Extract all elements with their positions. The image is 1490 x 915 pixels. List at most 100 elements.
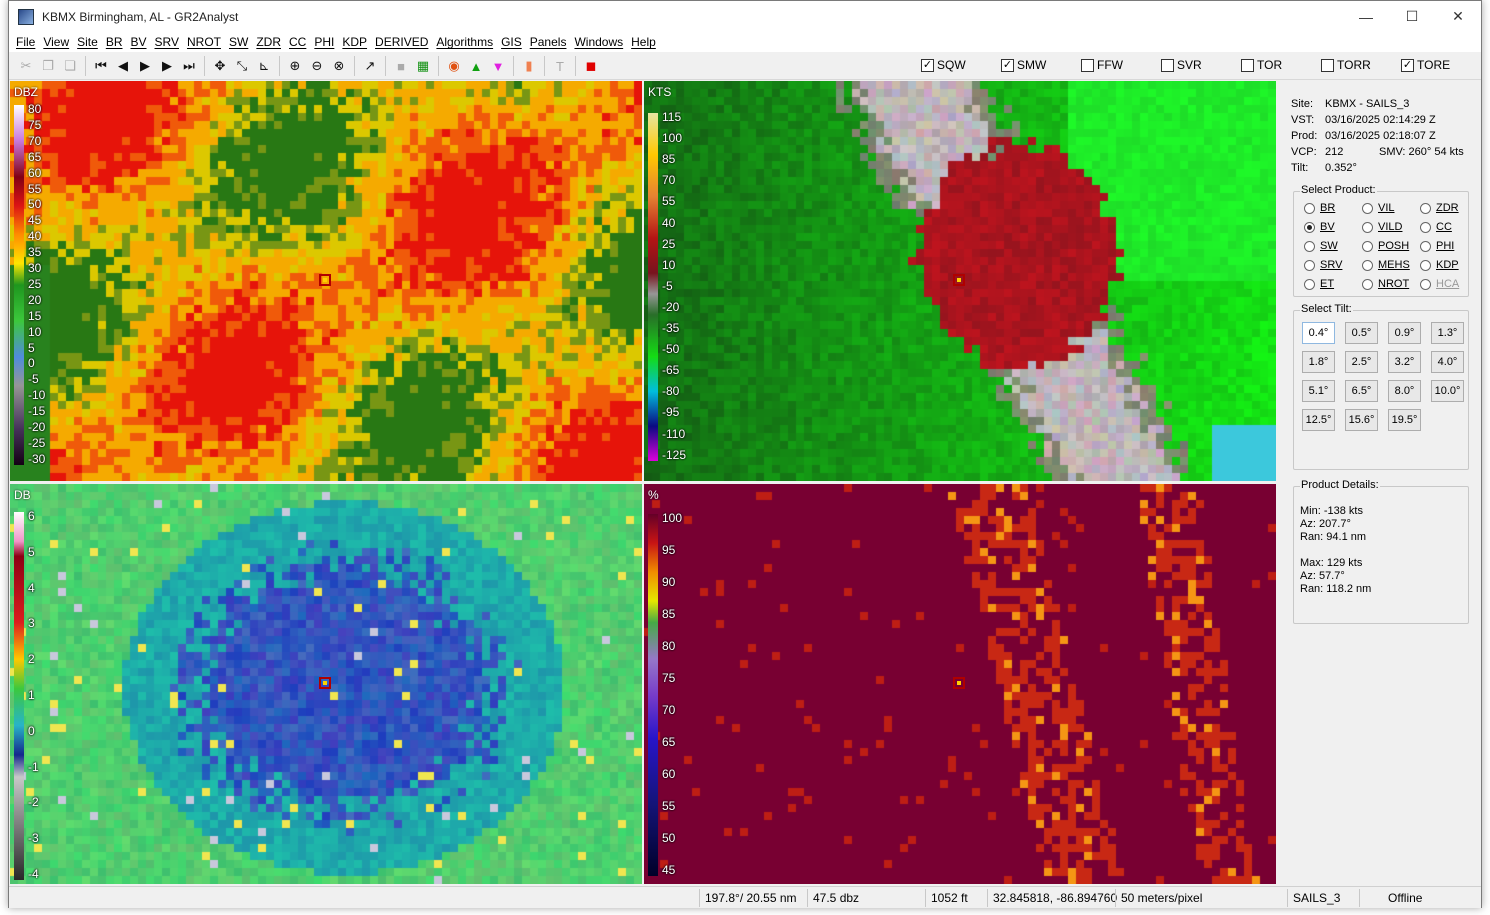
- radio-dot[interactable]: [1420, 278, 1431, 290]
- triangle-up-icon[interactable]: ▲: [465, 55, 487, 77]
- radio-dot[interactable]: [1420, 202, 1431, 214]
- resize-icon[interactable]: ⤡: [231, 55, 253, 77]
- tilt-button[interactable]: 19.5°: [1388, 409, 1421, 431]
- product-radio-br[interactable]: BR: [1304, 202, 1335, 214]
- grid-icon[interactable]: ▦: [412, 55, 434, 77]
- zoom-reset-icon[interactable]: ⊗: [328, 55, 350, 77]
- triangle-down-icon[interactable]: ▼: [487, 55, 509, 77]
- menu-gis[interactable]: GIS: [500, 35, 529, 49]
- last-frame-icon[interactable]: ⏭: [178, 55, 200, 77]
- menu-kdp[interactable]: KDP: [341, 35, 374, 49]
- minimize-button[interactable]: —: [1343, 1, 1389, 32]
- menu-phi[interactable]: PHI: [313, 35, 341, 49]
- product-radio-vild[interactable]: VILD: [1362, 221, 1402, 233]
- tilt-button[interactable]: 0.4°: [1302, 322, 1335, 344]
- product-radio-vil[interactable]: VIL: [1362, 202, 1395, 214]
- menu-panels[interactable]: Panels: [529, 35, 574, 49]
- warning-sqw-checkbox[interactable]: ✓ SQW: [921, 58, 1001, 72]
- next-frame-icon[interactable]: ▶: [156, 55, 178, 77]
- radio-dot[interactable]: [1304, 259, 1315, 271]
- radio-dot[interactable]: [1362, 240, 1373, 252]
- radio-dot[interactable]: [1420, 259, 1431, 271]
- product-radio-srv[interactable]: SRV: [1304, 259, 1342, 271]
- menu-help[interactable]: Help: [630, 35, 663, 49]
- velocity-panel[interactable]: KTS 115 100 85 70 55 40 25 10 -5 -20 -35 -50 -65 -80 -…: [644, 81, 1276, 481]
- zdr-panel[interactable]: DB 6 5 4 3 2 1 0 -1 -2 -3 -4: [10, 484, 642, 884]
- product-radio-kdp[interactable]: KDP: [1420, 259, 1459, 271]
- menu-site[interactable]: Site: [76, 35, 105, 49]
- pick-icon[interactable]: ↗: [359, 55, 381, 77]
- tilt-button[interactable]: 4.0°: [1431, 351, 1464, 373]
- menu-view[interactable]: View: [42, 35, 76, 49]
- cc-panel[interactable]: % 100 95 90 85 80 75 70 65 60 55 50 45: [644, 484, 1276, 884]
- cut-icon[interactable]: ✂: [15, 55, 37, 77]
- tilt-button[interactable]: 3.2°: [1388, 351, 1421, 373]
- menu-cc[interactable]: CC: [288, 35, 313, 49]
- warning-tore-checkbox[interactable]: ✓ TORE: [1401, 58, 1481, 72]
- product-radio-sw[interactable]: SW: [1304, 240, 1338, 252]
- radio-dot[interactable]: [1304, 202, 1315, 214]
- tilt-button[interactable]: 0.5°: [1345, 322, 1378, 344]
- menu-bv[interactable]: BV: [130, 35, 154, 49]
- pan-icon[interactable]: ✥: [209, 55, 231, 77]
- product-radio-zdr[interactable]: ZDR: [1420, 202, 1459, 214]
- checkbox[interactable]: [1321, 58, 1334, 72]
- product-radio-mehs[interactable]: MEHS: [1362, 259, 1410, 271]
- menu-br[interactable]: BR: [105, 35, 130, 49]
- warning-svr-checkbox[interactable]: SVR: [1161, 58, 1241, 72]
- marker-icon[interactable]: ▮: [518, 55, 540, 77]
- menu-windows[interactable]: Windows: [573, 35, 630, 49]
- tilt-button[interactable]: 0.9°: [1388, 322, 1421, 344]
- tilt-button[interactable]: 8.0°: [1388, 380, 1421, 402]
- maximize-button[interactable]: ☐: [1389, 1, 1435, 32]
- menu-zdr[interactable]: ZDR: [255, 35, 288, 49]
- product-radio-et[interactable]: ET: [1304, 278, 1334, 290]
- product-radio-phi[interactable]: PHI: [1420, 240, 1454, 252]
- menu-srv[interactable]: SRV: [154, 35, 186, 49]
- checkbox[interactable]: ✓: [1001, 58, 1014, 72]
- warning-ffw-checkbox[interactable]: FFW: [1081, 58, 1161, 72]
- tilt-button[interactable]: 5.1°: [1302, 380, 1335, 402]
- tilt-button[interactable]: 1.3°: [1431, 322, 1464, 344]
- radio-dot[interactable]: [1362, 221, 1373, 233]
- radio-dot[interactable]: [1362, 202, 1373, 214]
- measure-icon[interactable]: ⊾: [253, 55, 275, 77]
- menu-file[interactable]: File: [15, 35, 42, 49]
- tilt-button[interactable]: 10.0°: [1431, 380, 1464, 402]
- product-radio-posh[interactable]: POSH: [1362, 240, 1409, 252]
- paste-icon[interactable]: ❏: [59, 55, 81, 77]
- stop-icon[interactable]: ■: [390, 55, 412, 77]
- play-icon[interactable]: ▶: [134, 55, 156, 77]
- menu-algorithms[interactable]: Algorithms: [435, 35, 500, 49]
- first-frame-icon[interactable]: ⏮: [90, 55, 112, 77]
- storm-icon[interactable]: ◉: [443, 55, 465, 77]
- product-radio-cc[interactable]: CC: [1420, 221, 1452, 233]
- product-radio-nrot[interactable]: NROT: [1362, 278, 1409, 290]
- tilt-button[interactable]: 1.8°: [1302, 351, 1335, 373]
- radio-dot[interactable]: [1420, 240, 1431, 252]
- copy-icon[interactable]: ❐: [37, 55, 59, 77]
- product-radio-bv[interactable]: BV: [1304, 221, 1335, 233]
- menu-derived[interactable]: DERIVED: [374, 35, 435, 49]
- radio-dot[interactable]: [1420, 221, 1431, 233]
- checkbox[interactable]: [1161, 58, 1174, 72]
- zoom-in-icon[interactable]: ⊕: [284, 55, 306, 77]
- radio-dot[interactable]: [1304, 221, 1315, 233]
- tilt-button[interactable]: 12.5°: [1302, 409, 1335, 431]
- prev-frame-icon[interactable]: ◀: [112, 55, 134, 77]
- close-button[interactable]: ✕: [1435, 1, 1481, 32]
- tilt-button[interactable]: 6.5°: [1345, 380, 1378, 402]
- menu-nrot[interactable]: NROT: [186, 35, 228, 49]
- menu-sw[interactable]: SW: [228, 35, 255, 49]
- radio-dot[interactable]: [1304, 278, 1315, 290]
- tilt-button[interactable]: 15.6°: [1345, 409, 1378, 431]
- radio-dot[interactable]: [1362, 259, 1373, 271]
- checkbox[interactable]: ✓: [1401, 58, 1414, 72]
- radio-dot[interactable]: [1362, 278, 1373, 290]
- reflectivity-panel[interactable]: DBZ 80 75 70 65 60 55 50 45 40 35 30 25 20 15 10 5 0 -5 -1…: [10, 81, 642, 481]
- checkbox[interactable]: [1081, 58, 1094, 72]
- text-icon[interactable]: T: [549, 55, 571, 77]
- tilt-button[interactable]: 2.5°: [1345, 351, 1378, 373]
- warning-smw-checkbox[interactable]: ✓ SMW: [1001, 58, 1081, 72]
- warning-tor-checkbox[interactable]: TOR: [1241, 58, 1321, 72]
